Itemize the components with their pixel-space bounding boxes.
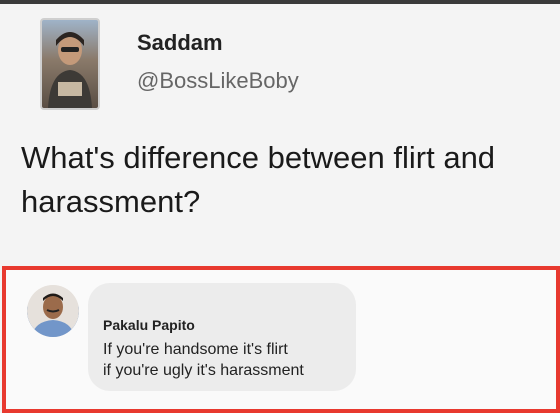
tweet-author-handle[interactable]: @BossLikeBoby	[137, 68, 299, 94]
reply-text: If you're handsome it's flirt if you're …	[103, 339, 304, 381]
tweet-text: What's difference between flirt and hara…	[21, 140, 496, 219]
reply-line: if you're ugly it's harassment	[103, 362, 304, 379]
tweet-card: Saddam @BossLikeBoby What's difference b…	[0, 4, 560, 266]
reply-author-avatar[interactable]	[27, 285, 79, 337]
reply-avatar-image	[27, 285, 79, 337]
reply-line: If you're handsome it's flirt	[103, 341, 288, 358]
tweet-avatar-image	[48, 32, 92, 108]
reply-author-name[interactable]: Pakalu Papito	[103, 317, 195, 333]
highlighted-reply: Pakalu Papito If you're handsome it's fl…	[2, 266, 560, 413]
tweet-author-avatar[interactable]	[40, 18, 100, 110]
reply-bubble: Pakalu Papito If you're handsome it's fl…	[88, 283, 356, 391]
tweet-author-name[interactable]: Saddam	[137, 30, 223, 56]
